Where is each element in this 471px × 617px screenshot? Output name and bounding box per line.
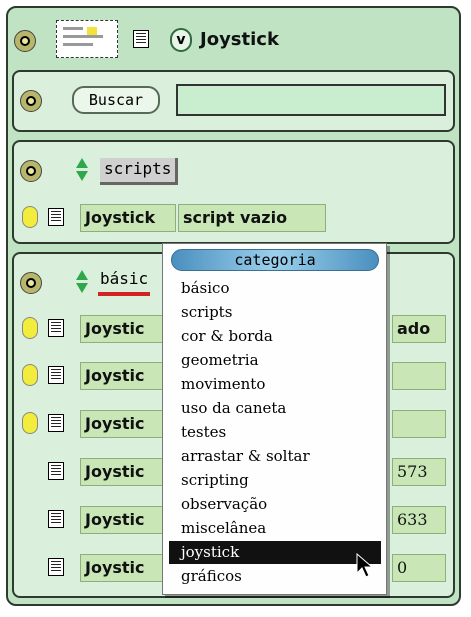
scripts-section: scripts Joystick script vazio xyxy=(12,140,455,244)
search-button[interactable]: Buscar xyxy=(72,86,160,114)
menu-item-scripting[interactable]: scripting xyxy=(169,469,381,492)
row-value[interactable]: 633 xyxy=(392,506,446,534)
row-sheet-icon[interactable] xyxy=(48,462,64,480)
row-value[interactable]: 0 xyxy=(392,554,446,582)
visibility-checkbox[interactable]: v xyxy=(170,28,192,52)
thumbnail-icon[interactable] xyxy=(56,20,118,58)
menu-item-miscelanea[interactable]: miscelânea xyxy=(169,517,381,540)
visibility-checkbox-label: v xyxy=(176,32,186,48)
row-value[interactable]: 573 xyxy=(392,458,446,486)
scripts-tile-joystick[interactable]: Joystick xyxy=(80,204,176,232)
menu-item-scripts[interactable]: scripts xyxy=(169,301,381,324)
row-bang-icon[interactable] xyxy=(22,317,38,339)
search-menu-button[interactable] xyxy=(20,90,42,112)
new-script-icon[interactable] xyxy=(133,30,149,48)
scripts-category-label[interactable]: scripts xyxy=(100,158,179,185)
row-sheet-icon[interactable] xyxy=(48,366,64,384)
menu-item-cor-borda[interactable]: cor & borda xyxy=(169,325,381,348)
scripts-menu-button[interactable] xyxy=(20,160,42,182)
row-sheet-icon[interactable] xyxy=(48,510,64,528)
menu-item-basico[interactable]: básico xyxy=(169,277,381,300)
row-sheet-icon[interactable] xyxy=(48,414,64,432)
category-menu: categoria básico scripts cor & borda geo… xyxy=(162,243,387,595)
menu-item-movimento[interactable]: movimento xyxy=(169,373,381,396)
row-sheet-icon[interactable] xyxy=(48,319,64,337)
category-arrows-icon[interactable] xyxy=(76,158,88,182)
menu-item-uso-da-caneta[interactable]: uso da caneta xyxy=(169,397,381,420)
basic-arrows-icon[interactable] xyxy=(76,270,88,294)
row-bang-icon[interactable] xyxy=(22,364,38,386)
menu-item-testes[interactable]: testes xyxy=(169,421,381,444)
row-value[interactable] xyxy=(392,410,446,438)
scripts-category-text: scripts xyxy=(104,159,172,178)
menu-item-arrastar-soltar[interactable]: arrastar & soltar xyxy=(169,445,381,468)
scripts-bang-icon[interactable] xyxy=(22,206,38,228)
scripts-sheet-icon[interactable] xyxy=(48,208,64,226)
row-sheet-icon[interactable] xyxy=(48,558,64,576)
row-bang-icon[interactable] xyxy=(22,412,38,434)
viewer-title: Joystick xyxy=(200,29,279,50)
scripts-tile-empty-script[interactable]: script vazio xyxy=(178,204,326,232)
menu-item-geometria[interactable]: geometria xyxy=(169,349,381,372)
viewer-menu-button[interactable] xyxy=(14,30,36,52)
basic-category-label[interactable]: básic xyxy=(98,268,151,296)
search-input[interactable] xyxy=(176,84,446,116)
basic-category-text: básic xyxy=(100,269,149,288)
row-value[interactable] xyxy=(392,362,446,390)
menu-item-joystick[interactable]: joystick xyxy=(169,541,381,564)
mouse-cursor-icon xyxy=(356,553,374,578)
menu-item-graficos[interactable]: gráficos xyxy=(169,565,381,588)
search-section: Buscar xyxy=(12,70,455,132)
basic-menu-button[interactable] xyxy=(20,272,42,294)
category-menu-title: categoria xyxy=(171,249,379,271)
search-button-label: Buscar xyxy=(88,91,144,109)
row-value[interactable]: ado xyxy=(392,315,446,343)
menu-item-observacao[interactable]: observação xyxy=(169,493,381,516)
